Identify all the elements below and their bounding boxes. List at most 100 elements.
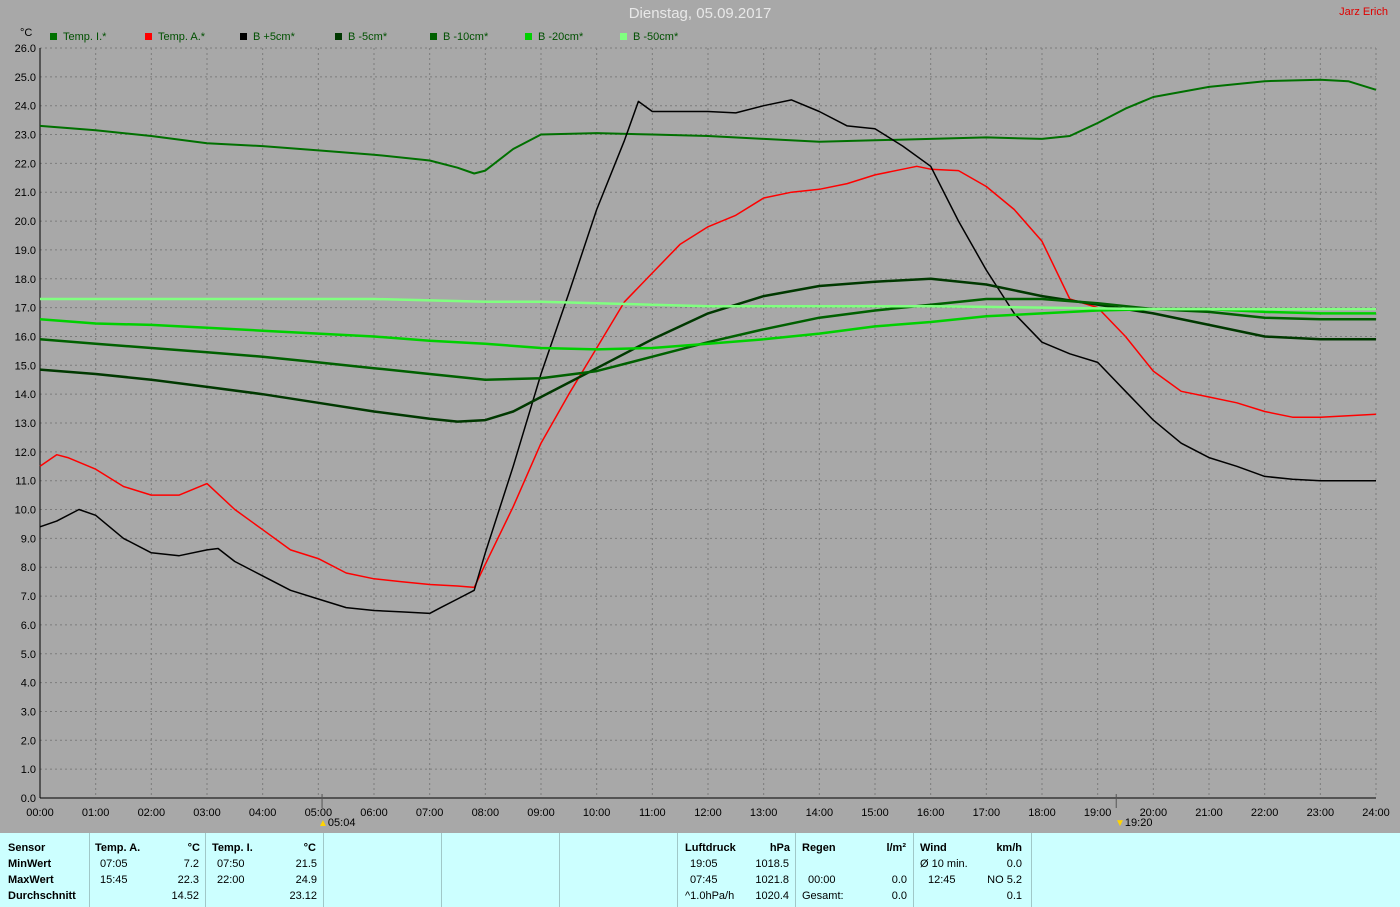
legend-label: B -10cm* bbox=[443, 31, 489, 43]
x-tick-label: 01:00 bbox=[82, 807, 110, 819]
legend-label: B -50cm* bbox=[633, 31, 679, 43]
y-axis-unit: °C bbox=[20, 27, 33, 39]
author-label: Jarz Erich bbox=[1339, 6, 1388, 18]
x-tick-label: 06:00 bbox=[360, 807, 388, 819]
rain-r3-label: Gesamt: bbox=[802, 890, 844, 902]
series-line-2 bbox=[39, 99, 1376, 615]
rain-r3-value: 0.0 bbox=[891, 890, 907, 902]
legend-swatch bbox=[145, 32, 152, 40]
y-tick-label: 9.0 bbox=[21, 533, 36, 545]
legend-label: Temp. I.* bbox=[63, 31, 107, 43]
y-tick-label: 17.0 bbox=[15, 303, 36, 315]
sunrise-time: 05:04 bbox=[327, 817, 356, 829]
x-tick-label: 18:00 bbox=[1028, 807, 1056, 819]
legend-swatch bbox=[335, 32, 342, 40]
pressure-r1-time: 19:05 bbox=[690, 858, 718, 870]
pressure-unit: hPa bbox=[769, 842, 790, 854]
x-tick-label: 15:00 bbox=[861, 807, 889, 819]
rain-r2-value: 0.0 bbox=[891, 874, 907, 886]
legend-item-6: B -50cm* bbox=[620, 31, 678, 43]
temp-a-unit: °C bbox=[187, 842, 200, 854]
x-tick-label: 02:00 bbox=[138, 807, 166, 819]
x-tick-label: 11:00 bbox=[639, 807, 666, 819]
y-tick-label: 3.0 bbox=[21, 706, 36, 718]
x-tick-label: 07:00 bbox=[416, 807, 444, 819]
y-tick-label: 7.0 bbox=[21, 591, 36, 603]
temp-a-max-time: 15:45 bbox=[100, 874, 128, 886]
x-tick-label: 19:00 bbox=[1084, 807, 1112, 819]
y-tick-label: 14.0 bbox=[15, 389, 36, 401]
pressure-header: Luftdruck bbox=[685, 842, 736, 854]
legend-item-0: Temp. I.* bbox=[50, 31, 106, 43]
pressure-r3-label: ^1.0hPa/h bbox=[685, 890, 735, 902]
temp-i-max-value: 24.9 bbox=[295, 874, 317, 886]
sunset-icon: ▼ bbox=[1115, 818, 1125, 829]
sunrise-icon: ▲ bbox=[318, 818, 328, 829]
y-tick-label: 4.0 bbox=[21, 678, 36, 690]
x-tick-label: 22:00 bbox=[1251, 807, 1279, 819]
y-tick-label: 25.0 bbox=[15, 72, 36, 84]
y-tick-label: 26.0 bbox=[15, 43, 36, 55]
legend-label: B +5cm* bbox=[253, 31, 295, 43]
x-tick-label: 24:00 bbox=[1362, 807, 1390, 819]
temp-i-avg-value: 23.12 bbox=[289, 890, 317, 902]
y-tick-label: 23.0 bbox=[15, 130, 36, 142]
y-tick-label: 2.0 bbox=[21, 735, 36, 747]
temp-a-min-time: 07:05 bbox=[100, 858, 128, 870]
y-tick-label: 1.0 bbox=[21, 764, 36, 776]
wind-r1-value: 0.0 bbox=[1006, 858, 1022, 870]
stats-row-avg: Durchschnitt bbox=[8, 890, 76, 902]
temp-a-header: Temp. A. bbox=[95, 842, 141, 854]
x-tick-label: 09:00 bbox=[527, 807, 555, 819]
legend-swatch bbox=[620, 32, 627, 40]
stats-sensor-header: Sensor bbox=[8, 842, 46, 854]
y-tick-label: 18.0 bbox=[15, 274, 36, 286]
x-tick-label: 14:00 bbox=[806, 807, 834, 819]
stats-panel: Sensor MinWert MaxWert Durchschnitt Temp… bbox=[0, 833, 1400, 907]
chart-title: Dienstag, 05.09.2017 bbox=[628, 5, 772, 22]
y-tick-label: 12.0 bbox=[15, 447, 36, 459]
y-tick-label: 16.0 bbox=[15, 331, 36, 343]
legend-item-3: B -5cm* bbox=[335, 31, 387, 43]
y-tick-label: 0.0 bbox=[21, 793, 36, 805]
x-tick-label: 17:00 bbox=[973, 807, 1001, 819]
temp-i-unit: °C bbox=[303, 842, 316, 854]
temperature-chart: 0.0 1.0 2.0 3.0 4.0 5.0 6.0 7.0 8.0 9.0 10.0 11.0 12… bbox=[15, 43, 1390, 819]
x-tick-label: 04:00 bbox=[249, 807, 277, 819]
legend-label: B -5cm* bbox=[348, 31, 388, 43]
temp-i-header: Temp. I. bbox=[212, 842, 253, 854]
pressure-r2-time: 07:45 bbox=[690, 874, 718, 886]
legend-label: B -20cm* bbox=[538, 31, 584, 43]
x-tick-label: 21:00 bbox=[1195, 807, 1223, 819]
temp-a-avg-value: 14.52 bbox=[171, 890, 199, 902]
y-tick-label: 11.0 bbox=[15, 476, 36, 488]
y-tick-label: 22.0 bbox=[15, 158, 36, 170]
wind-r1-label: Ø 10 min. bbox=[920, 858, 968, 870]
legend-item-1: Temp. A.* bbox=[145, 31, 205, 43]
x-tick-label: 00:00 bbox=[26, 807, 54, 819]
rain-header: Regen bbox=[802, 842, 836, 854]
chart-area: 0.0 1.0 2.0 3.0 4.0 5.0 6.0 7.0 8.0 9.0 10.0 11.0 12… bbox=[0, 0, 1400, 833]
legend-item-2: B +5cm* bbox=[240, 31, 295, 43]
wind-r2-value: NO 5.2 bbox=[987, 874, 1022, 886]
y-tick-label: 24.0 bbox=[15, 101, 36, 113]
legend-swatch bbox=[525, 32, 532, 40]
pressure-r1-value: 1018.5 bbox=[755, 858, 789, 870]
sunset-time: 19:20 bbox=[1124, 817, 1153, 829]
legend-label: Temp. A.* bbox=[158, 31, 206, 43]
x-tick-label: 16:00 bbox=[917, 807, 945, 819]
x-tick-label: 12:00 bbox=[694, 807, 722, 819]
x-tick-label: 13:00 bbox=[750, 807, 778, 819]
legend-swatch bbox=[240, 32, 247, 40]
y-tick-label: 10.0 bbox=[15, 505, 36, 517]
pressure-r3-value: 1020.4 bbox=[755, 890, 789, 902]
legend-item-5: B -20cm* bbox=[525, 31, 583, 43]
y-tick-label: 20.0 bbox=[15, 216, 36, 228]
y-tick-label: 13.0 bbox=[15, 418, 36, 430]
x-tick-label: 03:00 bbox=[193, 807, 221, 819]
y-tick-label: 8.0 bbox=[21, 562, 36, 574]
wind-r3-value: 0.1 bbox=[1006, 890, 1022, 902]
temp-i-min-value: 21.5 bbox=[295, 858, 317, 870]
wind-r2-time: 12:45 bbox=[928, 874, 956, 886]
sunset-marker: ▼19:20 bbox=[1115, 817, 1152, 829]
